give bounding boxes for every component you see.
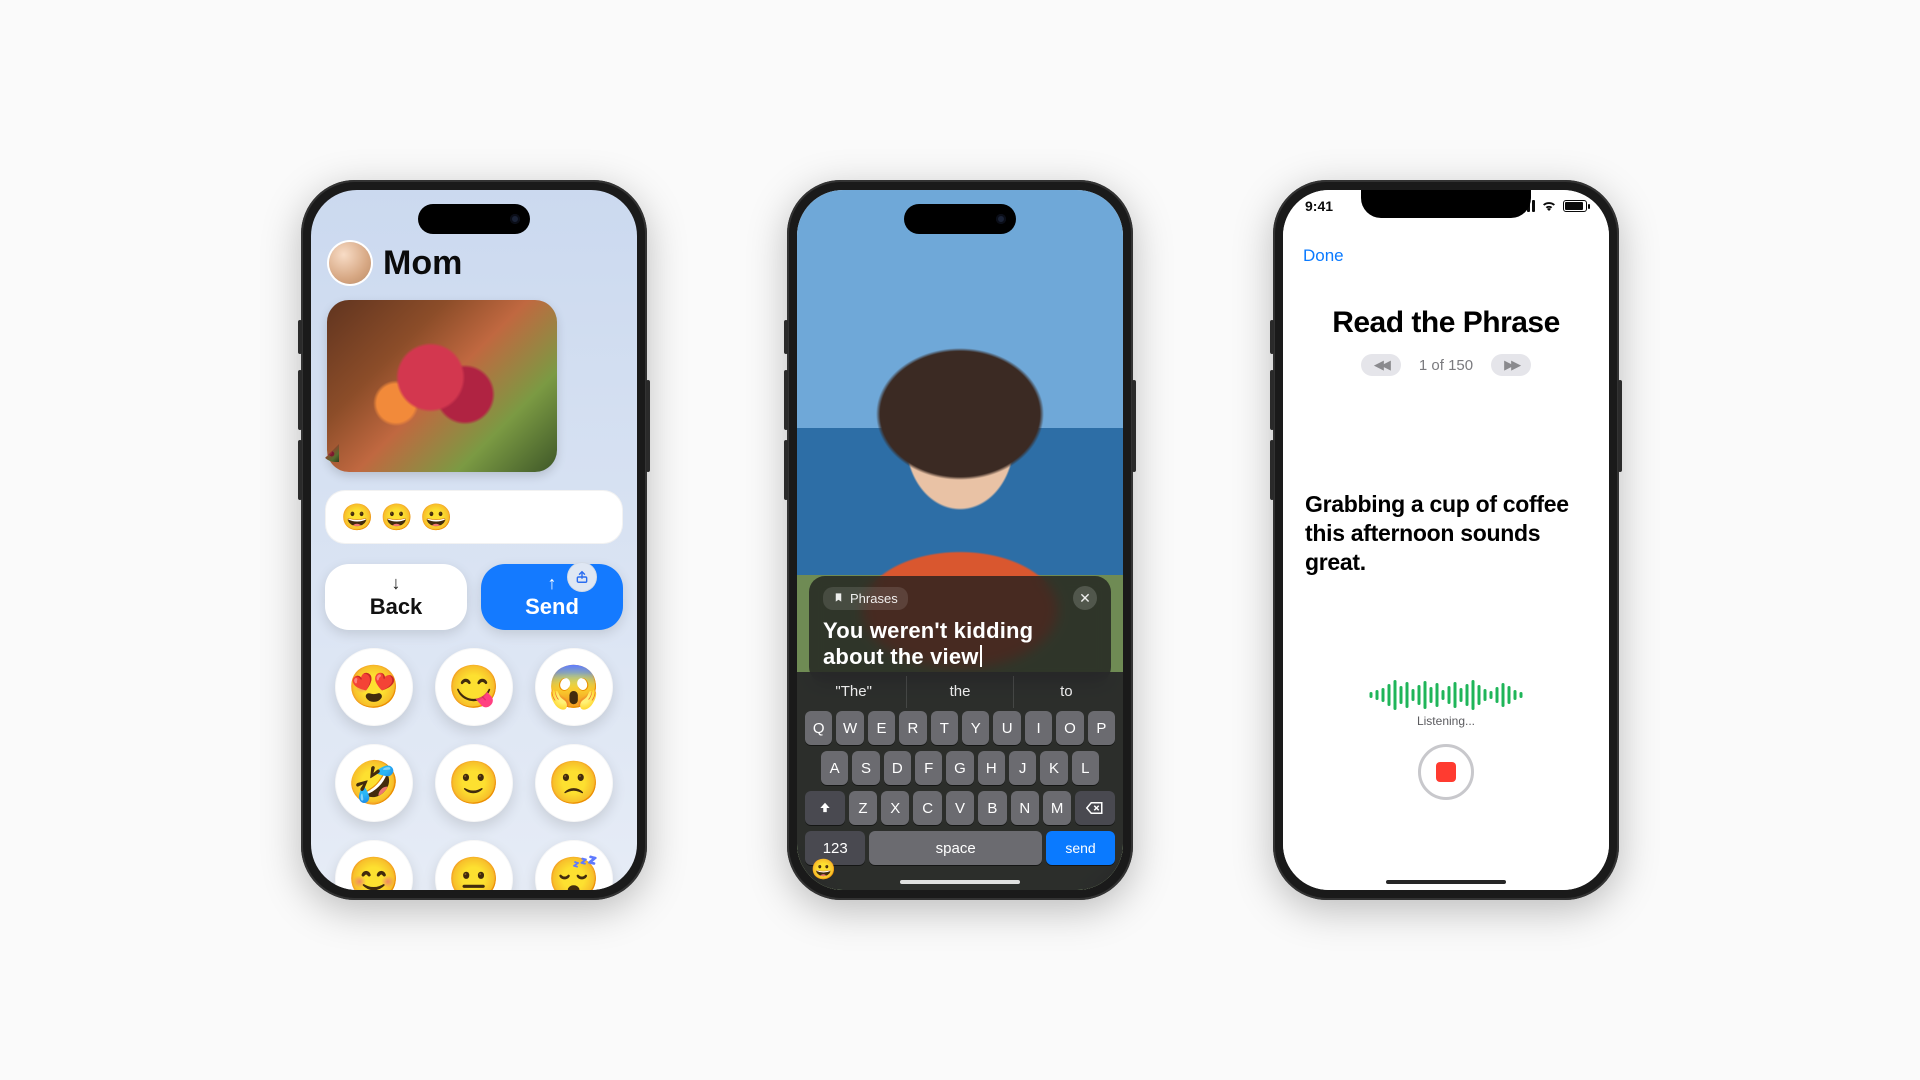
dynamic-island xyxy=(904,204,1016,234)
key-b[interactable]: B xyxy=(978,791,1006,825)
key-t[interactable]: T xyxy=(931,711,958,745)
emoji-option-5[interactable]: 🙁 xyxy=(535,744,613,822)
key-shift[interactable] xyxy=(805,791,845,825)
contact-name: Mom xyxy=(383,244,462,283)
page-title: Read the Phrase xyxy=(1283,306,1609,340)
key-x[interactable]: X xyxy=(881,791,909,825)
close-icon: ✕ xyxy=(1079,590,1091,607)
home-indicator[interactable] xyxy=(900,880,1020,884)
suggestion-2[interactable]: to xyxy=(1014,676,1119,708)
key-o[interactable]: O xyxy=(1056,711,1083,745)
waveform-icon xyxy=(1370,678,1523,712)
key-n[interactable]: N xyxy=(1011,791,1039,825)
phrase-text: Grabbing a cup of coffee this afternoon … xyxy=(1305,490,1587,576)
key-c[interactable]: C xyxy=(913,791,941,825)
suggestion-bar: "The"theto xyxy=(801,676,1119,708)
battery-icon xyxy=(1563,200,1587,212)
key-k[interactable]: K xyxy=(1040,751,1067,785)
phone-row: Mom 😀 😀 😀 ↓ Back ↑ Send xyxy=(0,120,1920,960)
back-button[interactable]: ↓ Back xyxy=(325,564,467,630)
suggestion-1[interactable]: the xyxy=(907,676,1013,708)
iphone-personal-voice: 9:41 Done Read the Phrase ◀◀ 1 of 150 ▶▶ xyxy=(1273,180,1619,900)
key-p[interactable]: P xyxy=(1088,711,1115,745)
key-delete[interactable] xyxy=(1075,791,1115,825)
wifi-icon xyxy=(1541,198,1557,214)
key-space[interactable]: space xyxy=(869,831,1042,865)
status-time: 9:41 xyxy=(1305,198,1333,214)
stop-icon xyxy=(1436,762,1456,782)
iphone-assistive-messages: Mom 😀 😀 😀 ↓ Back ↑ Send xyxy=(301,180,647,900)
key-l[interactable]: L xyxy=(1072,751,1099,785)
emoji-option-8[interactable]: 😴 xyxy=(535,840,613,890)
key-d[interactable]: D xyxy=(884,751,911,785)
arrow-up-icon: ↑ xyxy=(548,574,557,592)
key-j[interactable]: J xyxy=(1009,751,1036,785)
emoji-grid: 😍 😋 😱 🤣 🙂 🙁 😊 😐 😴 xyxy=(311,644,637,890)
message-input[interactable]: 😀 😀 😀 xyxy=(325,490,623,544)
contact-avatar[interactable] xyxy=(329,242,371,284)
back-button-label: Back xyxy=(370,594,423,620)
pager-prev-button[interactable]: ◀◀ xyxy=(1361,354,1401,376)
rewind-icon: ◀◀ xyxy=(1374,357,1388,373)
typed-phrase[interactable]: You weren't kidding about the view xyxy=(823,618,1097,671)
key-h[interactable]: H xyxy=(978,751,1005,785)
key-q[interactable]: Q xyxy=(805,711,832,745)
forward-icon: ▶▶ xyxy=(1504,357,1518,373)
emoji-option-7[interactable]: 😐 xyxy=(435,840,513,890)
dynamic-island xyxy=(418,204,530,234)
emoji-option-4[interactable]: 🙂 xyxy=(435,744,513,822)
phrases-chip[interactable]: Phrases xyxy=(823,587,908,610)
key-e[interactable]: E xyxy=(868,711,895,745)
key-z[interactable]: Z xyxy=(849,791,877,825)
send-button[interactable]: ↑ Send xyxy=(481,564,623,630)
pager-next-button[interactable]: ▶▶ xyxy=(1491,354,1531,376)
suggestion-0[interactable]: "The" xyxy=(801,676,907,708)
key-i[interactable]: I xyxy=(1025,711,1052,745)
key-u[interactable]: U xyxy=(993,711,1020,745)
key-f[interactable]: F xyxy=(915,751,942,785)
bookmark-icon xyxy=(833,591,844,606)
key-r[interactable]: R xyxy=(899,711,926,745)
listening-label: Listening... xyxy=(1283,714,1609,728)
text-cursor xyxy=(980,645,982,667)
live-speech-card: Phrases ✕ You weren't kidding about the … xyxy=(809,576,1111,683)
key-g[interactable]: G xyxy=(946,751,973,785)
keyboard: "The"theto QWERTYUIOP ASDFGHJKL ZXCVBNM … xyxy=(797,672,1123,890)
close-button[interactable]: ✕ xyxy=(1073,586,1097,610)
emoji-option-1[interactable]: 😋 xyxy=(435,648,513,726)
phrases-label: Phrases xyxy=(850,591,898,606)
key-w[interactable]: W xyxy=(836,711,863,745)
done-button[interactable]: Done xyxy=(1303,246,1344,266)
key-m[interactable]: M xyxy=(1043,791,1071,825)
arrow-down-icon: ↓ xyxy=(392,574,401,592)
key-s[interactable]: S xyxy=(852,751,879,785)
pager-count: 1 of 150 xyxy=(1419,357,1473,374)
share-icon[interactable] xyxy=(567,562,597,592)
emoji-option-2[interactable]: 😱 xyxy=(535,648,613,726)
stop-recording-button[interactable] xyxy=(1418,744,1474,800)
iphone-facetime-livespeech: Phrases ✕ You weren't kidding about the … xyxy=(787,180,1133,900)
emoji-option-0[interactable]: 😍 xyxy=(335,648,413,726)
key-a[interactable]: A xyxy=(821,751,848,785)
send-button-label: Send xyxy=(525,594,579,620)
emoji-option-6[interactable]: 😊 xyxy=(335,840,413,890)
received-photo-message[interactable] xyxy=(327,300,557,472)
key-y[interactable]: Y xyxy=(962,711,989,745)
key-v[interactable]: V xyxy=(946,791,974,825)
home-indicator[interactable] xyxy=(1386,880,1506,884)
key-send[interactable]: send xyxy=(1046,831,1115,865)
emoji-option-3[interactable]: 🤣 xyxy=(335,744,413,822)
phrase-pager: ◀◀ 1 of 150 ▶▶ xyxy=(1283,354,1609,376)
emoji-key-icon[interactable]: 😀 xyxy=(811,857,836,882)
notch xyxy=(1361,190,1531,218)
